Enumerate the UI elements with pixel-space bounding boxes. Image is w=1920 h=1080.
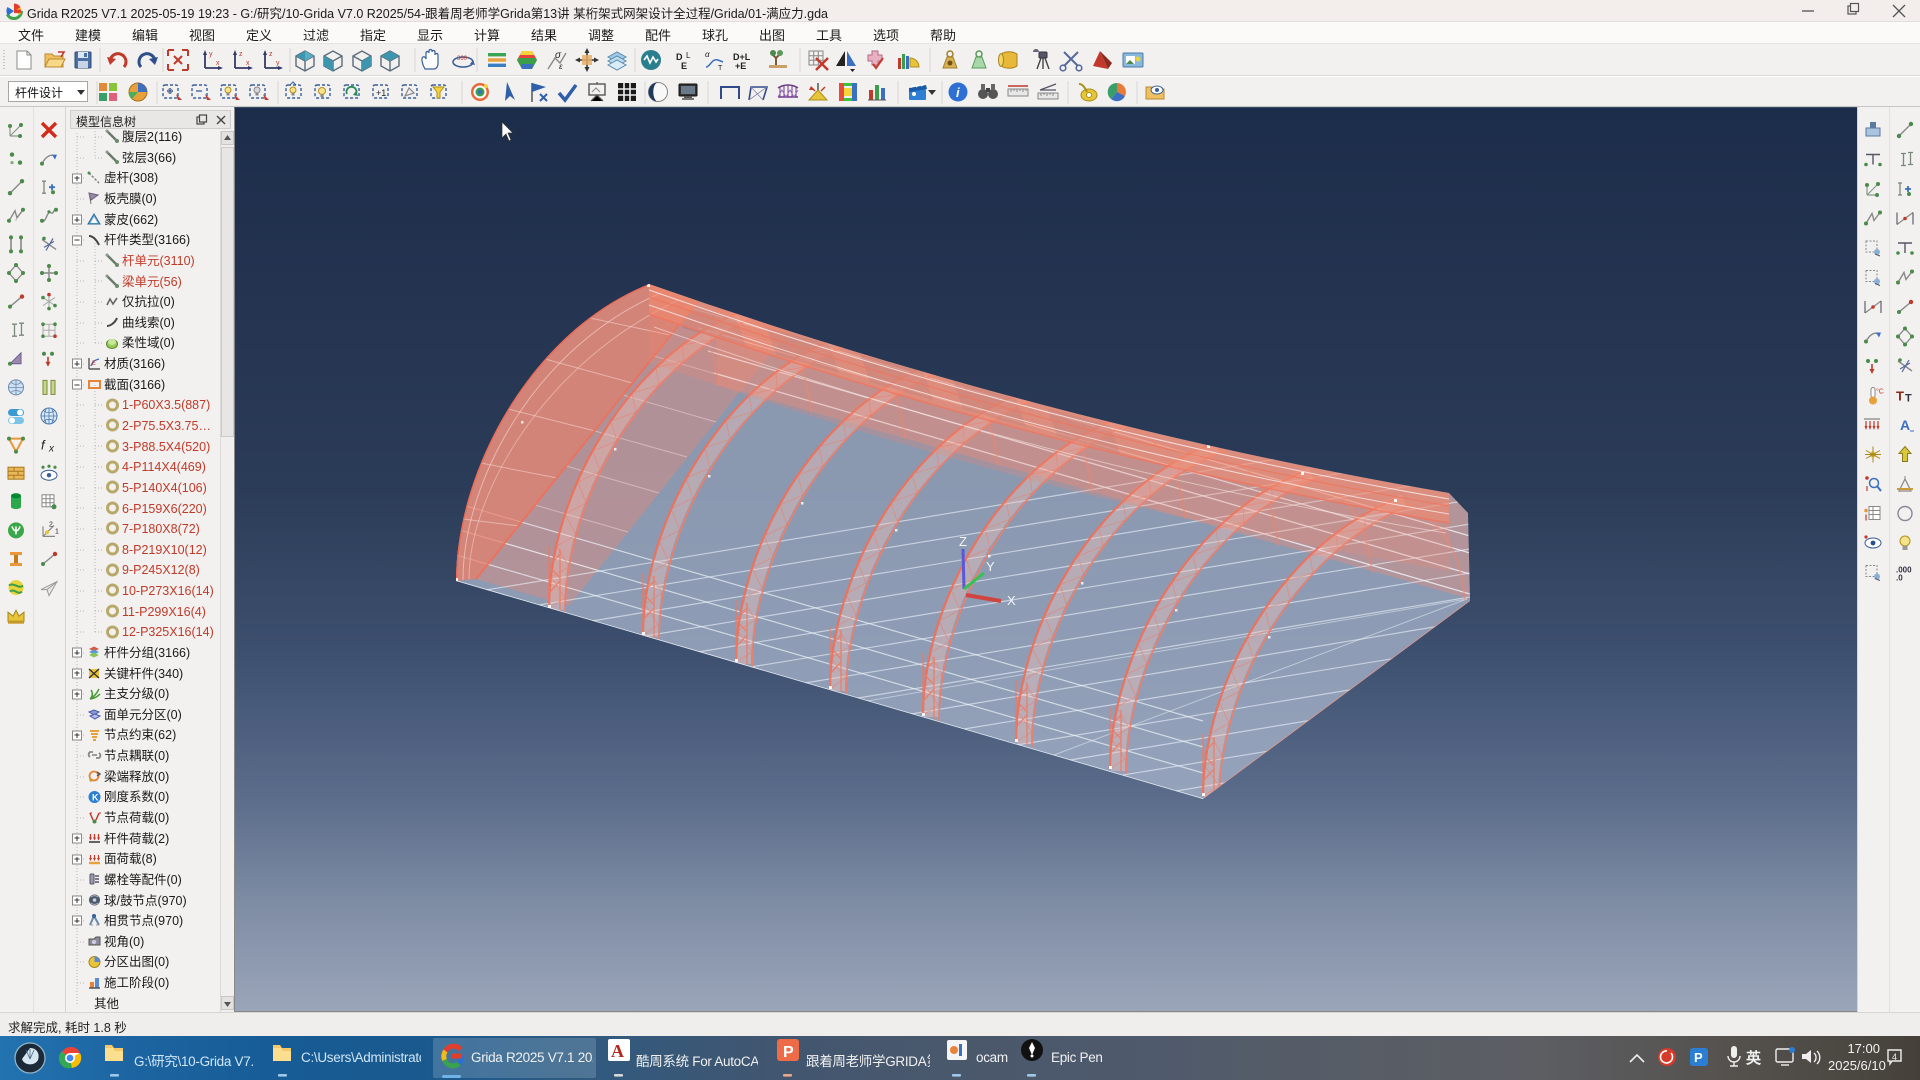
svg-text:面单元分区(0): 面单元分区(0) [104, 708, 182, 722]
svg-text:虚杆(308): 虚杆(308) [104, 171, 158, 185]
svg-text:Y: Y [986, 559, 995, 574]
svg-text:柔性域(0): 柔性域(0) [122, 336, 175, 350]
svg-text:.0: .0 [1896, 574, 1903, 583]
svg-text:T: T [1896, 389, 1904, 404]
svg-text:英: 英 [1746, 1049, 1762, 1067]
svg-text:T: T [718, 65, 723, 72]
svg-text:8-P219X10(12): 8-P219X10(12) [122, 543, 207, 557]
svg-text:4-P114X4(469): 4-P114X4(469) [122, 460, 206, 474]
svg-text:α: α [705, 50, 710, 59]
svg-text:1: 1 [55, 528, 59, 535]
svg-text:其他: 其他 [94, 997, 120, 1011]
svg-text:板壳膜(0): 板壳膜(0) [104, 192, 157, 206]
svg-text:10-P273X16(14): 10-P273X16(14) [122, 584, 214, 598]
svg-text:4: 4 [1892, 1052, 1897, 1062]
svg-text:曲线索(0): 曲线索(0) [122, 316, 175, 330]
svg-text:分区出图(0): 分区出图(0) [104, 955, 169, 969]
svg-text:x: x [246, 60, 250, 67]
svg-text:+1: +1 [376, 88, 386, 98]
svg-text:节点耦联(0): 节点耦联(0) [104, 749, 169, 763]
svg-text:施工阶段(0): 施工阶段(0) [104, 975, 169, 990]
svg-text:P: P [783, 1044, 794, 1061]
svg-text:y: y [276, 60, 280, 67]
svg-text:弦层3(66): 弦层3(66) [122, 150, 176, 165]
svg-text:360: 360 [457, 56, 468, 62]
svg-text:仅抗拉(0): 仅抗拉(0) [122, 294, 175, 309]
svg-text:蒙皮(662): 蒙皮(662) [104, 213, 158, 227]
svg-text:K: K [92, 793, 99, 803]
svg-text:y: y [209, 51, 213, 58]
svg-text:6-P159X6(220): 6-P159X6(220) [122, 502, 207, 516]
svg-text:σ: σ [555, 50, 562, 61]
svg-text:11-P299X16(4): 11-P299X16(4) [122, 605, 206, 619]
svg-text:梁端释放(0): 梁端释放(0) [104, 769, 169, 784]
svg-text:9-P245X12(8): 9-P245X12(8) [122, 563, 200, 577]
svg-text:梁单元(56): 梁单元(56) [122, 274, 182, 289]
svg-text:A: A [1900, 417, 1910, 433]
svg-text:P: P [1694, 1050, 1703, 1065]
svg-text:E: E [681, 61, 687, 71]
svg-text:ε: ε [559, 62, 563, 71]
svg-text:f: f [41, 438, 46, 453]
svg-text:Z: Z [959, 534, 967, 549]
svg-text:2-P75.5X3.75…: 2-P75.5X3.75… [122, 419, 211, 433]
svg-text:+E: +E [735, 61, 746, 71]
svg-text:截面(3166): 截面(3166) [104, 378, 165, 392]
svg-text:关键杆件(340): 关键杆件(340) [104, 667, 183, 681]
svg-text:x: x [216, 60, 220, 67]
svg-text:x: x [48, 444, 55, 455]
svg-text:主支分级(0): 主支分级(0) [104, 687, 169, 701]
svg-text:L: L [686, 51, 691, 60]
svg-text:z: z [239, 51, 243, 58]
svg-text:1-P60X3.5(887): 1-P60X3.5(887) [122, 398, 210, 412]
svg-text:2: 2 [49, 521, 53, 528]
svg-text:腹层2(116): 腹层2(116) [122, 130, 182, 144]
svg-text:7-P180X8(72): 7-P180X8(72) [122, 522, 200, 536]
svg-text:面荷载(8): 面荷载(8) [104, 852, 157, 866]
svg-text:节点荷载(0): 节点荷载(0) [104, 811, 169, 825]
svg-text:i: i [956, 85, 960, 100]
svg-text:球/鼓节点(970): 球/鼓节点(970) [104, 894, 187, 908]
svg-text:°C: °C [1876, 388, 1884, 396]
svg-text:E: E [92, 361, 96, 367]
svg-text:材质(3166): 材质(3166) [104, 357, 165, 371]
svg-text:T: T [1905, 393, 1912, 405]
svg-text:A: A [611, 1041, 624, 1061]
svg-text:12-P325X16(14): 12-P325X16(14) [122, 625, 214, 639]
svg-text:杆件分组(3166): 杆件分组(3166) [104, 646, 190, 660]
svg-text:杆件荷载(2): 杆件荷载(2) [104, 832, 169, 846]
svg-text:相贯节点(970): 相贯节点(970) [104, 914, 183, 928]
svg-text:杆单元(3110): 杆单元(3110) [122, 254, 195, 268]
svg-text:杆件类型(3166): 杆件类型(3166) [104, 233, 190, 247]
svg-text:z: z [269, 51, 273, 58]
svg-text:X: X [1007, 593, 1016, 608]
svg-text:螺栓等配件(0): 螺栓等配件(0) [104, 872, 182, 887]
svg-text:视角(0): 视角(0) [104, 934, 144, 949]
svg-text:3-P88.5X4(520): 3-P88.5X4(520) [122, 440, 210, 454]
svg-text:5-P140X4(106): 5-P140X4(106) [122, 481, 207, 495]
svg-text:刚度系数(0): 刚度系数(0) [104, 789, 169, 804]
svg-text:节点约束(62): 节点约束(62) [104, 727, 176, 742]
